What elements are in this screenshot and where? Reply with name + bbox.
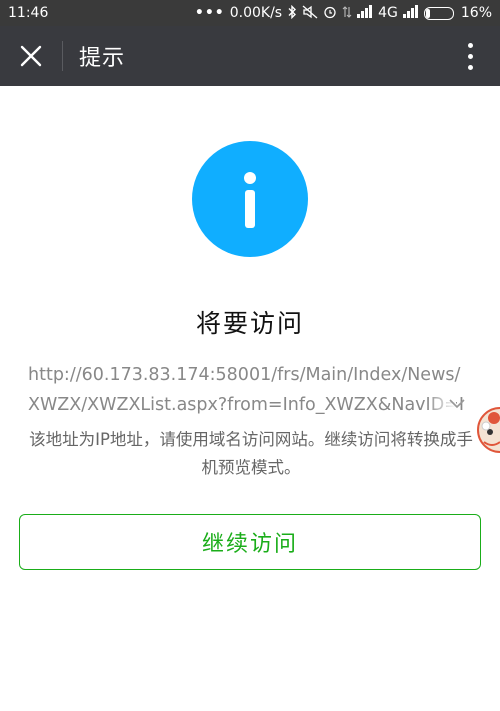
target-url: http://60.173.83.174:58001/frs/Main/Inde…: [28, 365, 464, 415]
alarm-icon: [323, 5, 337, 22]
title-bar: 提示: [0, 26, 500, 86]
network-type: 4G: [378, 5, 398, 21]
notice-text: 该地址为IP地址，请使用域名访问网站。继续访问将转换成手机预览模式。: [29, 430, 473, 477]
battery-percent: 16%: [460, 5, 492, 21]
more-dots-icon: •••: [194, 5, 225, 21]
info-icon-dot: [244, 172, 256, 184]
status-bar: 11:46 ••• 0.00K/s 4G 16%: [0, 0, 500, 26]
bluetooth-icon: [287, 4, 297, 22]
data-arrows-icon: [342, 5, 352, 22]
more-vertical-icon-dot: [467, 53, 473, 59]
floating-mascot-icon[interactable]: [476, 392, 500, 468]
page-heading: 将要访问: [195, 309, 304, 338]
network-speed: 0.00K/s: [229, 5, 283, 21]
mute-icon: [302, 5, 318, 22]
close-button[interactable]: [0, 26, 62, 86]
close-icon: [20, 45, 42, 67]
title-divider: [62, 41, 63, 71]
info-icon: [192, 141, 308, 257]
more-vertical-icon: [467, 42, 473, 48]
continue-button[interactable]: 继续访问: [19, 514, 481, 570]
more-options-button[interactable]: [440, 26, 500, 86]
status-time: 11:46: [8, 5, 49, 21]
signal-icon: [402, 4, 419, 22]
expand-url-button[interactable]: [446, 392, 468, 414]
signal-icon: [357, 4, 373, 22]
page-title: 提示: [79, 46, 126, 71]
more-vertical-icon-dot: [467, 64, 473, 70]
chevron-down-icon: [449, 399, 465, 409]
url-container: http://60.173.83.174:58001/frs/Main/Inde…: [28, 360, 476, 422]
info-icon-bar: [245, 190, 255, 228]
status-icons: ••• 0.00K/s 4G 16%: [194, 4, 492, 22]
battery-icon: [423, 6, 454, 20]
